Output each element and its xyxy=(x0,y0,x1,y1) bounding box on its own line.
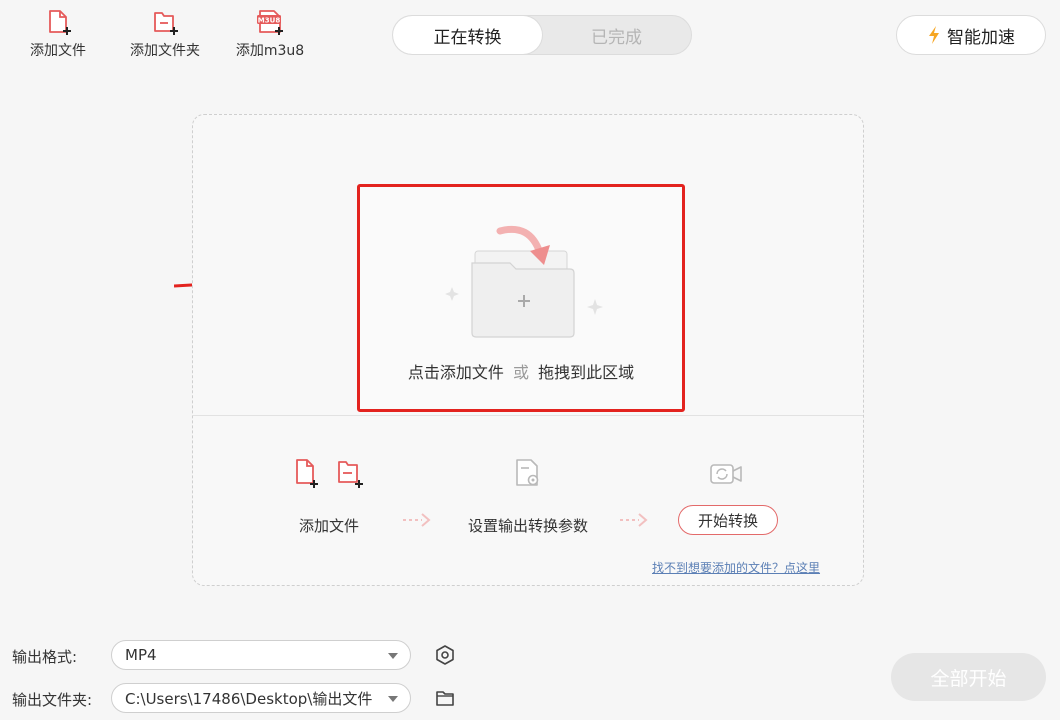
step-settings-label: 设置输出转换参数 xyxy=(468,517,589,535)
start-all-label: 全部开始 xyxy=(930,667,1007,690)
output-folder-label: 输出文件夹: xyxy=(12,691,93,709)
add-folder-button[interactable]: 添加文件夹 xyxy=(124,8,206,60)
add-m3u8-label: 添加m3u8 xyxy=(235,43,305,59)
chevron-down-icon xyxy=(388,696,398,702)
output-format-select[interactable]: MP4 xyxy=(111,640,411,670)
m3u8-badge-text: M3U8 xyxy=(258,17,281,25)
tab-completed-label: 已完成 xyxy=(591,27,642,48)
lightning-icon xyxy=(929,26,939,44)
add-file-button[interactable]: 添加文件 xyxy=(22,8,94,60)
or-text: 或 xyxy=(512,363,529,382)
open-folder-icon[interactable] xyxy=(434,687,456,709)
step-add-file-label: 添加文件 xyxy=(299,517,360,535)
click-add-text: 点击添加文件 xyxy=(407,363,504,382)
add-m3u8-button[interactable]: M3U8 添加m3u8 xyxy=(230,8,310,60)
start-convert-label: 开始转换 xyxy=(697,511,758,530)
start-convert-button[interactable]: 开始转换 xyxy=(678,505,778,535)
step-settings-icon xyxy=(516,459,539,486)
step-add-file-icons xyxy=(296,459,363,488)
tab-converting-label: 正在转换 xyxy=(433,27,502,48)
add-file-icon xyxy=(49,10,71,35)
add-folder-icon xyxy=(154,12,178,35)
folder-add-icon xyxy=(445,225,603,338)
output-folder-value: C:\Users\17486\Desktop\输出文件 xyxy=(125,689,373,708)
tab-converting[interactable]: 正在转换 xyxy=(393,16,542,54)
smart-speed-button[interactable]: 智能加速 xyxy=(896,15,1046,55)
format-settings-icon[interactable] xyxy=(434,644,456,666)
output-format-label: 输出格式: xyxy=(12,648,78,666)
chevron-down-icon xyxy=(388,653,398,659)
drop-area-divider xyxy=(193,415,863,416)
file-drop-area[interactable]: 点击添加文件 或 拖拽到此区域 添加文件 设置输出转换参数 开始转换 找不到想要… xyxy=(192,114,864,586)
step-arrow-icon xyxy=(620,513,648,527)
step-convert-icon xyxy=(710,464,742,484)
help-link[interactable]: 找不到想要添加的文件？点这里 xyxy=(652,559,820,576)
output-folder-select[interactable]: C:\Users\17486\Desktop\输出文件 xyxy=(111,683,411,713)
output-format-value: MP4 xyxy=(125,646,157,664)
add-file-label: 添加文件 xyxy=(30,43,86,59)
conversion-tabs: 正在转换 已完成 xyxy=(392,15,692,55)
start-all-button[interactable]: 全部开始 xyxy=(891,653,1046,701)
tab-completed[interactable]: 已完成 xyxy=(542,16,691,54)
drop-zone-text: 点击添加文件 或 拖拽到此区域 xyxy=(360,359,682,383)
add-m3u8-icon: M3U8 xyxy=(257,10,283,35)
drag-here-text: 拖拽到此区域 xyxy=(538,363,635,382)
add-folder-label: 添加文件夹 xyxy=(130,43,200,59)
smart-speed-label: 智能加速 xyxy=(947,27,1015,48)
click-add-file-zone[interactable]: 点击添加文件 或 拖拽到此区域 xyxy=(357,184,685,412)
step-arrow-icon xyxy=(403,513,431,527)
